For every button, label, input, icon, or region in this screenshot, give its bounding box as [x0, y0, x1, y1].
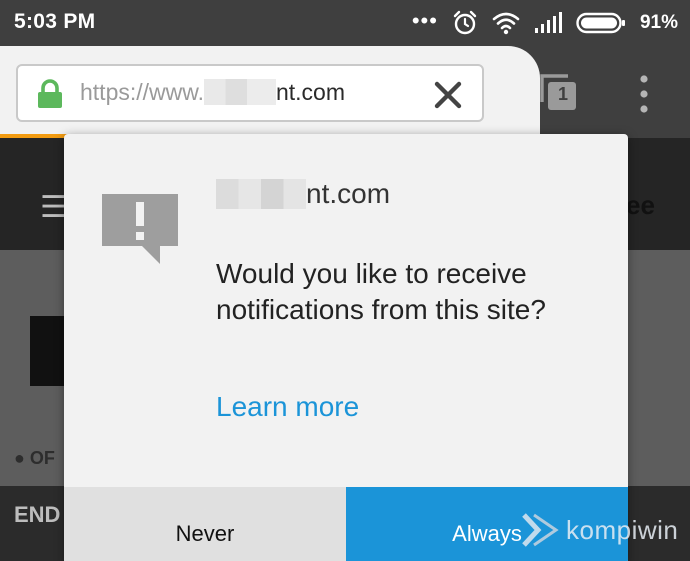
learn-more-link[interactable]: Learn more [216, 391, 359, 423]
wifi-icon [492, 12, 520, 35]
alarm-icon [453, 10, 477, 35]
lock-icon [38, 79, 62, 108]
watermark: kompiwin [520, 510, 678, 550]
browser-toolbar: https://www. nt.com 1 [0, 46, 690, 138]
url-prefix: https://www. [80, 79, 204, 105]
watermark-text: kompiwin [566, 514, 679, 545]
redacted-url-part [203, 79, 276, 105]
close-icon[interactable] [432, 79, 464, 111]
url-domain: nt.com [275, 79, 346, 105]
status-time: 5:03 PM [14, 10, 96, 33]
status-icons: ••• 91% [412, 9, 678, 37]
never-button[interactable]: Never [64, 487, 346, 561]
overflow-menu-icon[interactable] [632, 74, 656, 114]
tab-count: 1 [557, 84, 568, 104]
page-status-text: ● OF [14, 448, 55, 468]
hamburger-icon: ☰ [40, 191, 67, 224]
tab-switcher-button[interactable]: 1 [538, 72, 582, 114]
page-bottom-right-text: ee [626, 190, 655, 220]
battery-percent: 91% [639, 12, 678, 33]
site-name: nt.com [216, 178, 390, 210]
url-text[interactable]: https://www. nt.com [80, 79, 345, 106]
battery-icon [576, 12, 625, 34]
redacted-site-part [216, 179, 306, 209]
more-notifications-icon: ••• [411, 8, 438, 33]
notification-permission-dialog: nt.com Would you like to receive notific… [64, 134, 628, 561]
alert-message-icon [102, 194, 178, 264]
page-bottom-left-text: END [14, 502, 61, 527]
status-bar: 5:03 PM ••• 91% [0, 0, 690, 46]
permission-question: Would you like to receive notifications … [216, 258, 546, 325]
url-bar[interactable]: https://www. nt.com [16, 64, 484, 122]
watermark-logo-icon [522, 513, 559, 547]
cell-signal-icon [534, 12, 562, 33]
site-domain: nt.com [306, 178, 391, 209]
